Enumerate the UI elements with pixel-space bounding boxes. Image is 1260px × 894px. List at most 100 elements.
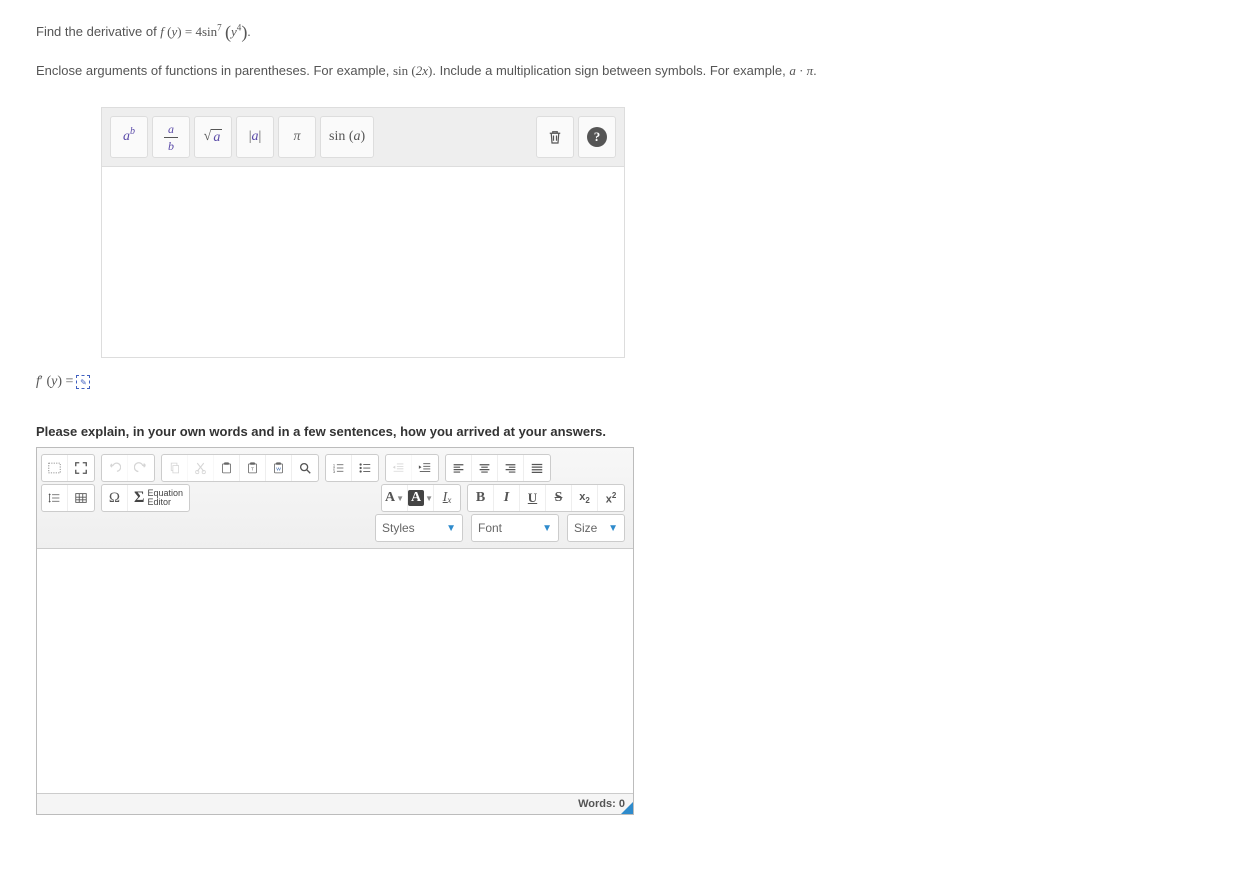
undo-icon <box>108 461 121 475</box>
exponent-base: a <box>123 129 130 145</box>
answer-prefix: f′ (y) = ✎ <box>36 374 1224 390</box>
math-input[interactable] <box>101 166 625 358</box>
omega-icon: Ω <box>109 490 120 507</box>
superscript-button[interactable]: x2 <box>598 485 624 511</box>
align-left-button[interactable] <box>446 455 472 481</box>
align-right-button[interactable] <box>498 455 524 481</box>
paste-text-icon: T <box>246 461 259 475</box>
subscript-button[interactable]: x2 <box>572 485 598 511</box>
align-justify-button[interactable] <box>524 455 550 481</box>
rich-text-editor: T W 123 <box>36 447 634 815</box>
exponent-button[interactable]: ab <box>110 116 148 158</box>
cut-icon <box>194 461 207 475</box>
edit-answer-icon[interactable]: ✎ <box>76 375 90 389</box>
instr-ex1: sin (2x) <box>393 63 432 78</box>
size-label: Size <box>574 521 597 535</box>
instr-ex2-dot: · <box>799 63 803 78</box>
outdent-button[interactable] <box>386 455 412 481</box>
fraction-den: b <box>168 140 174 152</box>
table-icon <box>74 491 88 505</box>
align-right-icon <box>504 461 517 475</box>
source-icon <box>48 461 61 475</box>
explain-label: Please explain, in your own words and in… <box>36 424 1224 439</box>
instr-ex1-arg: 2x <box>416 63 428 78</box>
sin-label: sin <box>329 129 345 144</box>
pi-symbol: π <box>293 129 300 145</box>
words-label: Words: <box>578 798 619 810</box>
indent-button[interactable] <box>412 455 438 481</box>
trash-icon <box>546 128 564 146</box>
instr-ex2: a · π <box>789 63 813 78</box>
line-height-button[interactable] <box>42 485 68 511</box>
table-button[interactable] <box>68 485 94 511</box>
abs-button[interactable]: |a| <box>236 116 274 158</box>
copy-button[interactable] <box>162 455 188 481</box>
eq-editor-l2: Editor <box>147 497 171 507</box>
font-select[interactable]: Font▼ <box>471 514 559 542</box>
styles-select[interactable]: Styles▼ <box>375 514 463 542</box>
bullet-list-button[interactable] <box>352 455 378 481</box>
math-editor: ab a b √a |a| π sin (a) <box>101 107 1224 358</box>
subscript-icon: x2 <box>579 491 590 505</box>
redo-button[interactable] <box>128 455 154 481</box>
styles-label: Styles <box>382 521 415 535</box>
sqrt-button[interactable]: √a <box>194 116 232 158</box>
numbered-list-icon: 123 <box>332 461 345 475</box>
cut-button[interactable] <box>188 455 214 481</box>
font-label: Font <box>478 521 502 535</box>
bullet-list-icon <box>358 461 372 475</box>
instr-p2: . Include a multiplication sign between … <box>432 63 789 78</box>
equation-editor-button[interactable]: ΣEquationEditor <box>128 485 189 511</box>
bg-color-button[interactable]: A▼ <box>408 485 434 511</box>
svg-text:3: 3 <box>333 469 336 474</box>
underline-button[interactable]: U <box>520 485 546 511</box>
resize-grip[interactable] <box>621 802 633 814</box>
remove-format-icon: Ix <box>443 490 452 506</box>
sigma-icon: Σ <box>134 490 144 506</box>
align-left-icon <box>452 461 465 475</box>
italic-button[interactable]: I <box>494 485 520 511</box>
indent-icon <box>418 461 432 475</box>
paste-text-button[interactable]: T <box>240 455 266 481</box>
instr-p1: Enclose arguments of functions in parent… <box>36 63 393 78</box>
question-math: f (y) = 4sin7 (y4). <box>160 24 250 39</box>
special-char-button[interactable]: Ω <box>102 485 128 511</box>
fraction-num: a <box>168 123 174 135</box>
paste-icon <box>220 461 233 475</box>
help-icon: ? <box>587 127 607 147</box>
text-color-icon: A <box>385 490 395 506</box>
sin-button[interactable]: sin (a) <box>320 116 374 158</box>
maximize-button[interactable] <box>68 455 94 481</box>
undo-button[interactable] <box>102 455 128 481</box>
text-color-button[interactable]: A▼ <box>382 485 408 511</box>
paste-button[interactable] <box>214 455 240 481</box>
word-count: Words: 0 <box>578 798 625 810</box>
instr-ex1-fn: sin <box>393 63 408 78</box>
bold-button[interactable]: B <box>468 485 494 511</box>
rich-text-body[interactable] <box>37 549 633 793</box>
numbered-list-button[interactable]: 123 <box>326 455 352 481</box>
pi-button[interactable]: π <box>278 116 316 158</box>
source-button[interactable] <box>42 455 68 481</box>
redo-icon <box>134 461 148 475</box>
instr-p3: . <box>813 63 817 78</box>
ans-prime: ′ <box>40 374 43 389</box>
align-center-icon <box>478 461 491 475</box>
remove-format-button[interactable]: Ix <box>434 485 460 511</box>
q-var: y <box>172 24 178 39</box>
paste-word-button[interactable]: W <box>266 455 292 481</box>
align-center-button[interactable] <box>472 455 498 481</box>
find-button[interactable] <box>292 455 318 481</box>
italic-icon: I <box>504 490 509 506</box>
fraction-button[interactable]: a b <box>152 116 190 158</box>
ans-eq: = <box>66 374 74 389</box>
superscript-icon: x2 <box>606 491 617 506</box>
strike-button[interactable]: S <box>546 485 572 511</box>
q-func: f <box>160 24 164 39</box>
bg-color-icon: A <box>408 490 424 506</box>
svg-text:T: T <box>251 466 254 472</box>
help-button[interactable]: ? <box>578 116 616 158</box>
maximize-icon <box>74 461 88 475</box>
size-select[interactable]: Size▼ <box>567 514 625 542</box>
clear-button[interactable] <box>536 116 574 158</box>
